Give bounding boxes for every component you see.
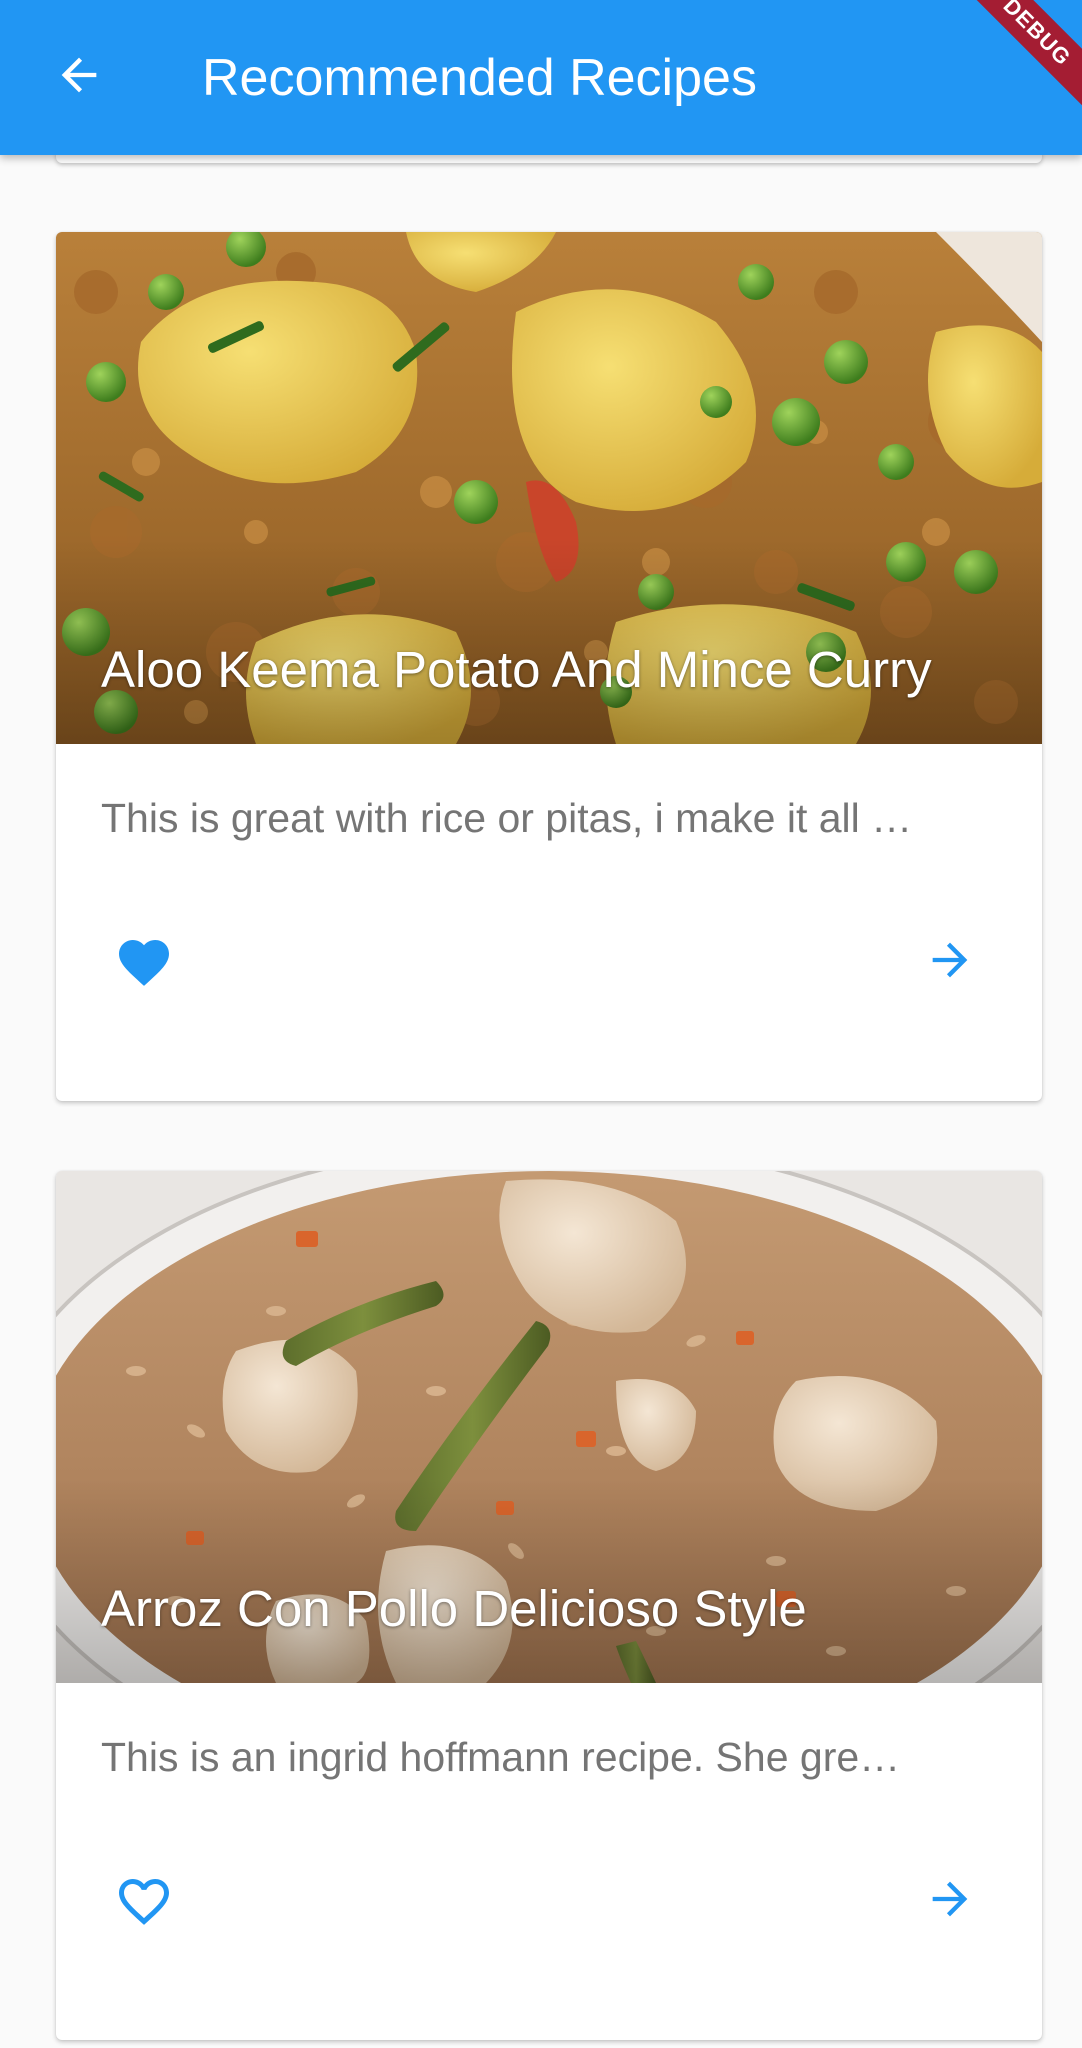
recipe-title: Arroz Con Pollo Delicioso Style (101, 1580, 807, 1637)
app-bar: Recommended Recipes DEBUG (0, 0, 1082, 155)
recipe-card[interactable]: Aloo Keema Potato And Mince Curry This i… (56, 232, 1042, 1101)
recipe-list[interactable]: Aloo Keema Potato And Mince Curry This i… (0, 0, 1082, 2048)
open-recipe-button[interactable] (908, 1859, 992, 1943)
arrow-forward-icon (924, 934, 976, 991)
debug-banner: DEBUG (941, 0, 1082, 128)
recipe-card[interactable]: Arroz Con Pollo Delicioso Style This is … (56, 1171, 1042, 2040)
recipe-title: Aloo Keema Potato And Mince Curry (101, 641, 932, 698)
recipe-description: This is an ingrid hoffmann recipe. She g… (101, 1734, 901, 1780)
heart-outline-icon (114, 1871, 174, 1932)
arrow-forward-icon (924, 1873, 976, 1930)
page-title: Recommended Recipes (202, 49, 757, 107)
favorite-button[interactable] (102, 920, 186, 1004)
heart-filled-icon (114, 932, 174, 993)
recipe-image: Arroz Con Pollo Delicioso Style (56, 1171, 1042, 1683)
arrow-back-icon (53, 49, 105, 106)
back-button[interactable] (40, 38, 118, 116)
favorite-button[interactable] (102, 1859, 186, 1943)
open-recipe-button[interactable] (908, 920, 992, 1004)
recipe-image: Aloo Keema Potato And Mince Curry (56, 232, 1042, 744)
recipe-description: This is great with rice or pitas, i make… (101, 795, 913, 841)
